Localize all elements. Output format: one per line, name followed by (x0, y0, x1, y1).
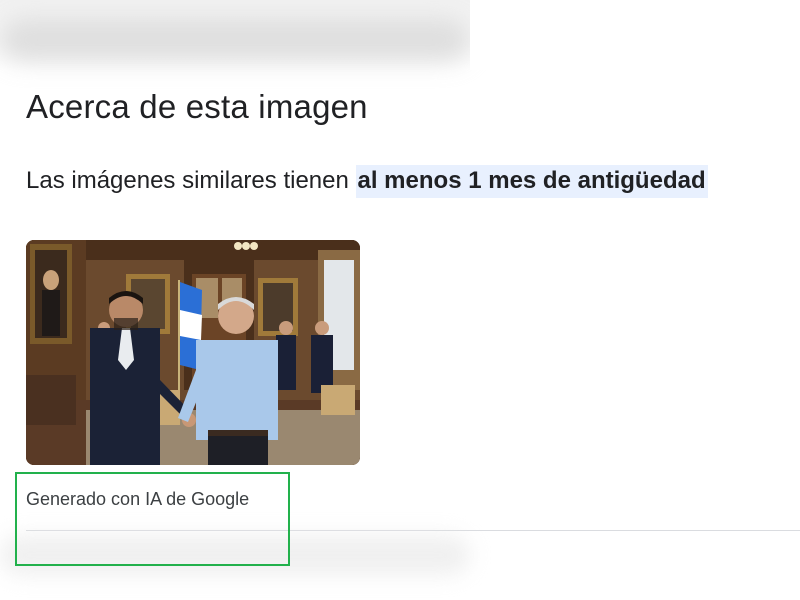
blurred-header-smudge (0, 18, 470, 62)
page-title: Acerca de esta imagen (26, 88, 368, 125)
annotation-highlight-box (15, 472, 290, 566)
blurred-header (0, 0, 800, 70)
image-age-prefix: Las imágenes similares tienen (26, 167, 356, 194)
image-age-text: Las imágenes similares tienen al menos 1… (26, 165, 708, 198)
image-age-highlight: al menos 1 mes de antigüedad (355, 165, 708, 198)
photo-two-men-handshake-icon (26, 240, 360, 465)
header-right-area (470, 0, 800, 70)
image-thumbnail[interactable] (26, 240, 360, 465)
